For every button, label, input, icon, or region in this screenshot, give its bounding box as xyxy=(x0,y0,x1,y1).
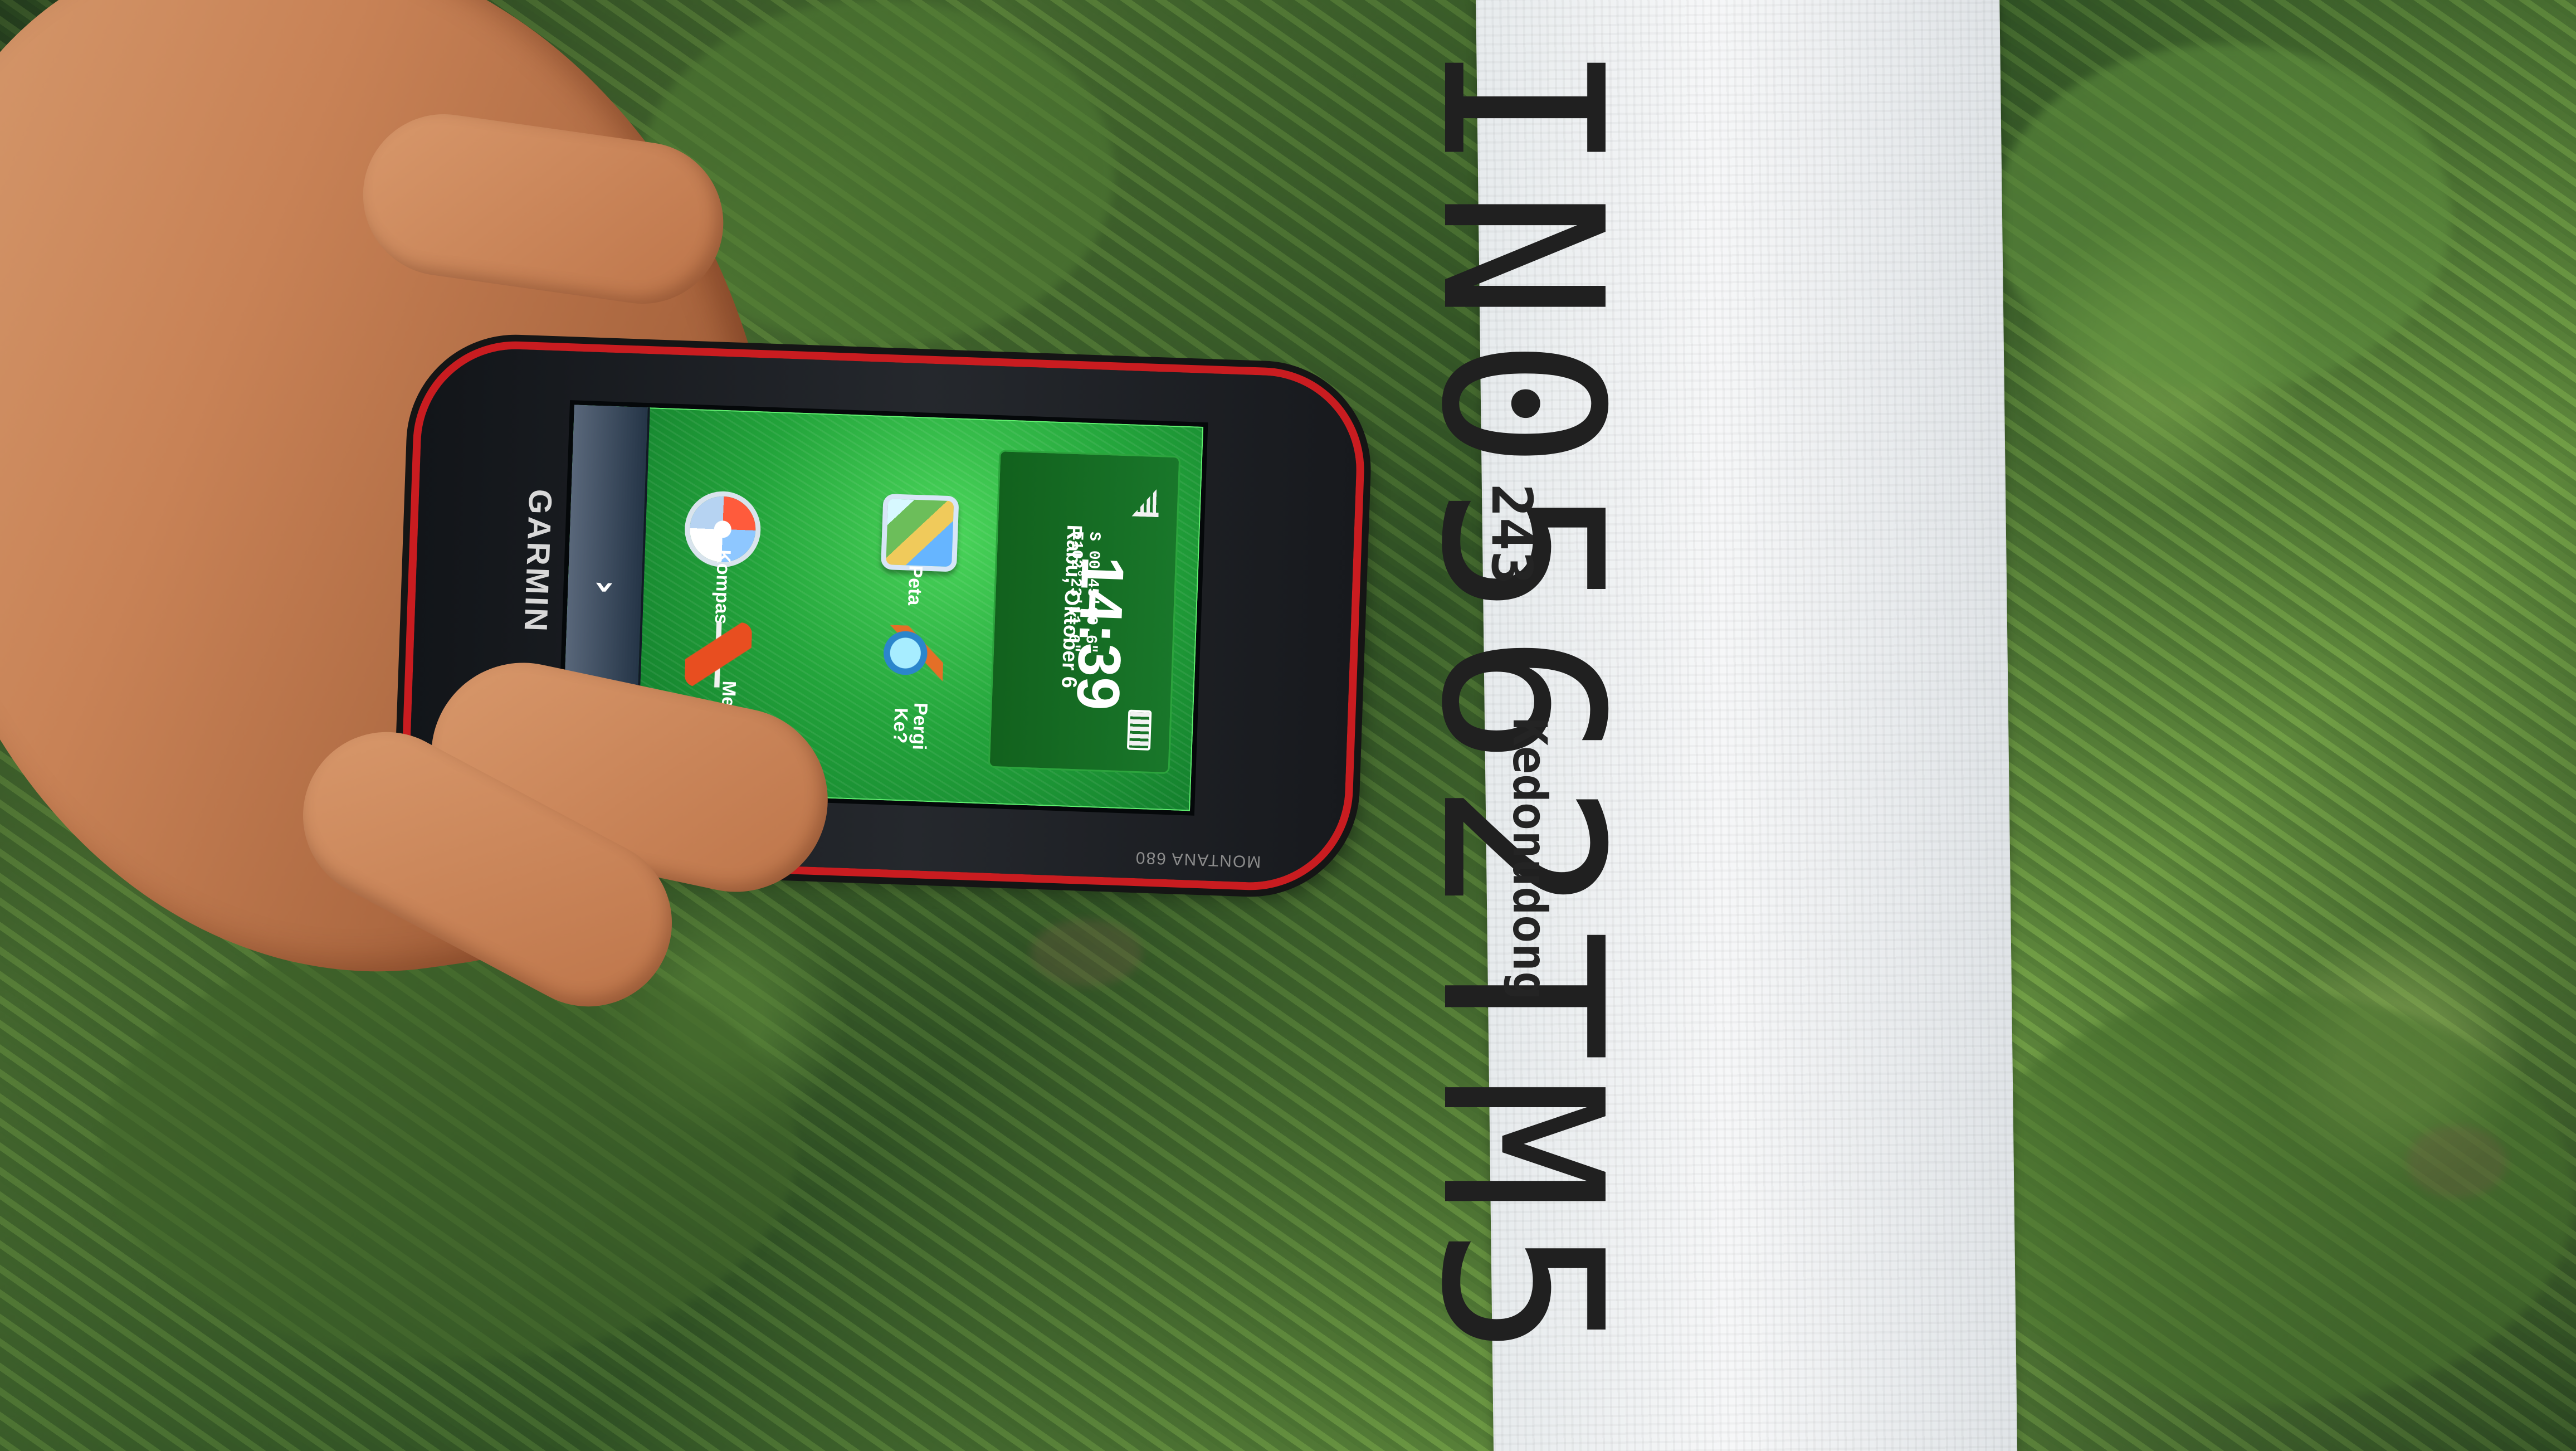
launcher-where-to[interactable]: Pergi Ke? xyxy=(861,624,959,751)
moss-texture xyxy=(1994,45,2451,390)
moss-texture xyxy=(100,936,797,1360)
tape-small-number: 243 xyxy=(1479,484,1544,585)
search-icon xyxy=(876,624,945,693)
launcher-compass[interactable]: Kompas xyxy=(673,495,772,625)
device-brand: GARMIN xyxy=(517,488,559,634)
launcher-label: Pergi Ke? xyxy=(889,702,931,751)
tape-small-word: Kedonudong xyxy=(1502,718,1557,1000)
device-model: MONTANA 680 xyxy=(1134,848,1261,871)
launcher-label: Kompas xyxy=(710,549,735,625)
moss-texture xyxy=(1961,992,2574,1404)
battery-icon xyxy=(1126,709,1152,751)
launcher-map[interactable]: Peta xyxy=(866,493,964,608)
coordinates-readout: S 00°45'09.6" E102°23'11.6" xyxy=(1063,530,1103,654)
launcher-label: Peta xyxy=(904,564,926,606)
flag-icon xyxy=(684,620,753,689)
signal-icon xyxy=(1132,485,1160,518)
soil-spot xyxy=(1031,919,1142,986)
tape-main-code: IN0562TM5 xyxy=(1393,41,1649,1375)
time-status-panel: Rabu, Oktober 6 14:39 S 00°45'09.6" E102°… xyxy=(988,450,1181,775)
soil-spot xyxy=(2407,1126,2507,1198)
natural-photo-scene: IN0562TM5 243 Kedonudong GARMIN MONTANA … xyxy=(0,0,2576,1451)
chevron-right-icon[interactable]: › xyxy=(584,568,626,606)
